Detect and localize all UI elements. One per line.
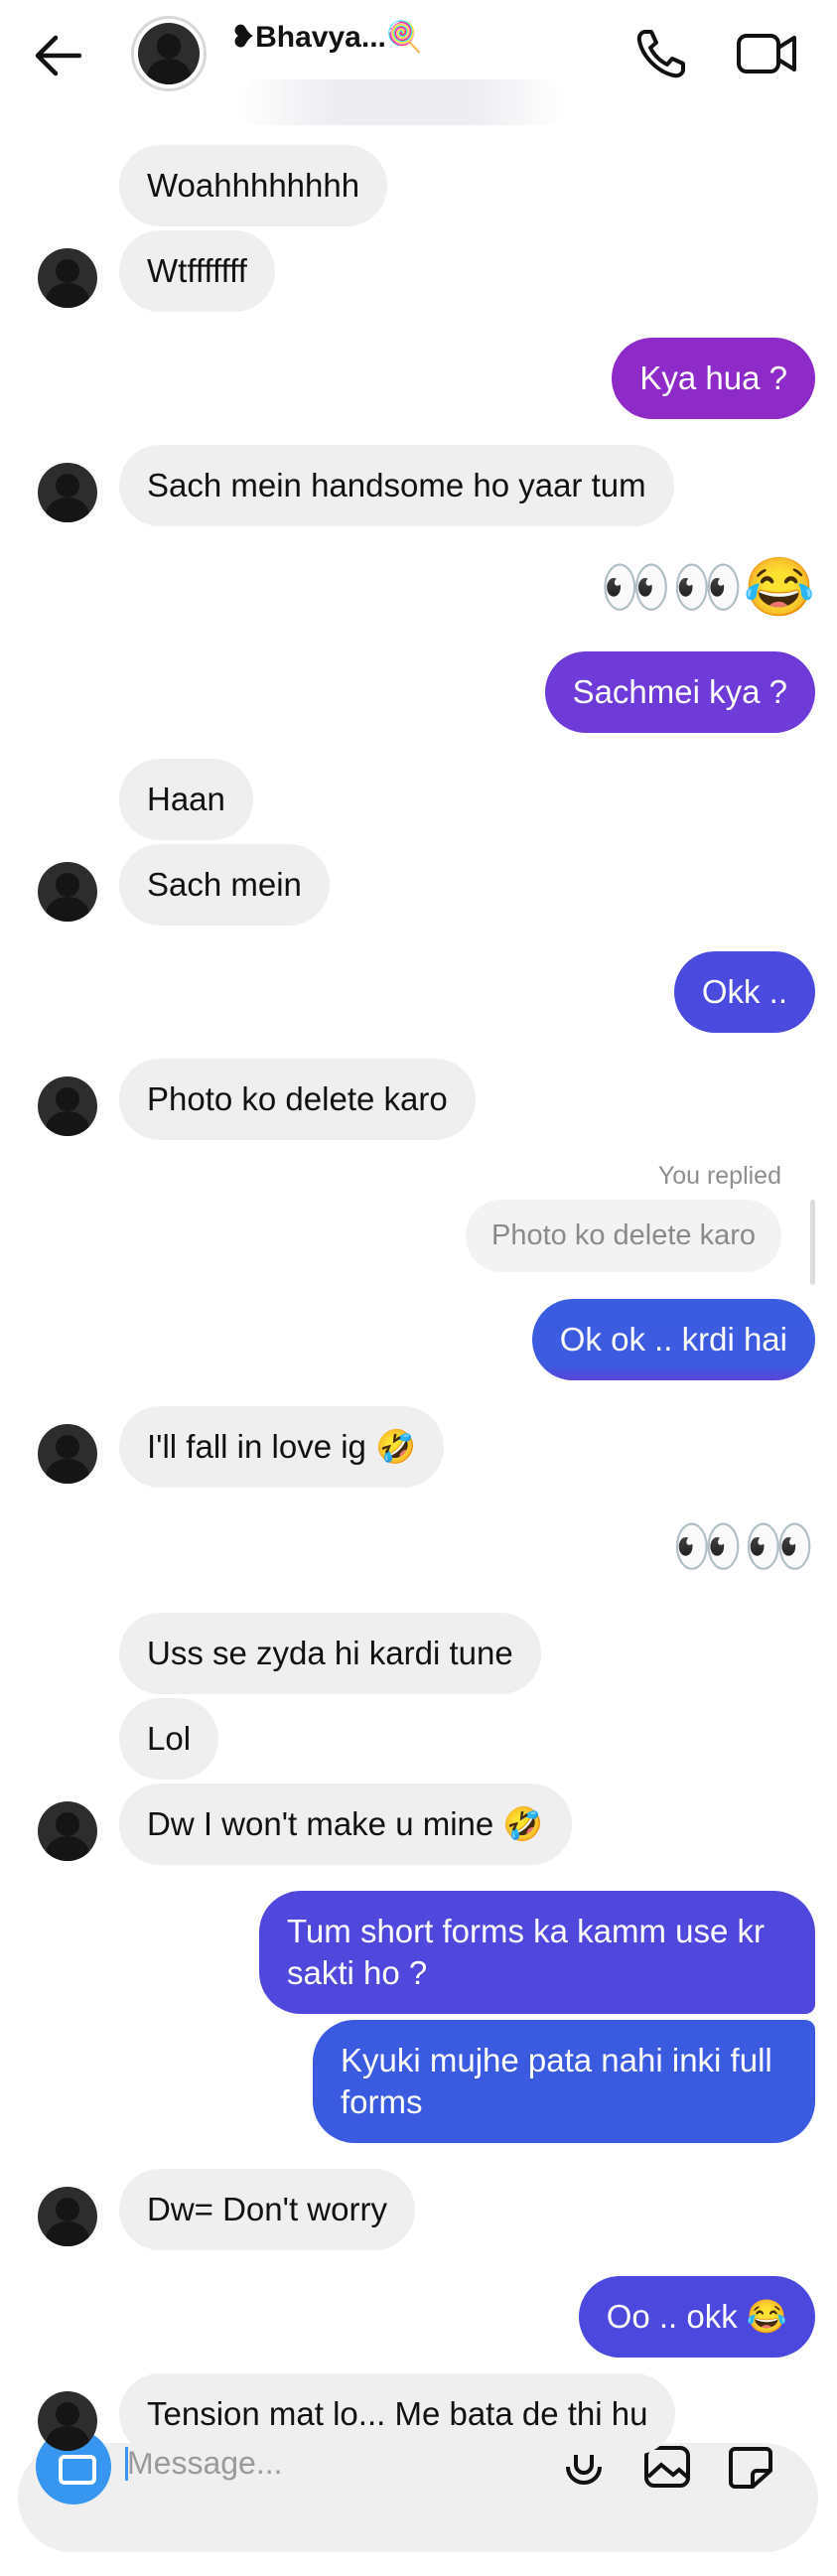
sender-avatar[interactable]	[38, 2391, 97, 2451]
incoming-message[interactable]: Dw= Don't worry	[119, 2169, 415, 2250]
outgoing-message[interactable]: Kyuki mujhe pata nahi inki full forms	[313, 2020, 815, 2143]
reply-indicator: You replied	[657, 1162, 781, 1190]
emoji-message[interactable]: 👀👀😂	[600, 556, 815, 620]
back-arrow-icon[interactable]	[30, 28, 85, 83]
incoming-message[interactable]: Sach mein handsome ho yaar tum	[119, 445, 674, 526]
sender-avatar[interactable]	[38, 1076, 97, 1136]
incoming-message[interactable]: I'll fall in love ig 🤣	[119, 1406, 445, 1488]
outgoing-message[interactable]: Tum short forms ka kamm use kr sakti ho …	[259, 1891, 815, 2014]
contact-name[interactable]: ❥Bhavya...🍭	[230, 20, 423, 55]
chat-header: ❥Bhavya...🍭	[0, 0, 837, 125]
reply-bar	[810, 1200, 815, 1285]
phone-icon[interactable]	[631, 24, 691, 83]
sender-avatar[interactable]	[38, 463, 97, 522]
outgoing-message[interactable]: Sachmei kya ?	[544, 651, 815, 733]
blurred-area	[238, 79, 566, 125]
outgoing-message[interactable]: Okk ..	[673, 951, 815, 1033]
sticker-icon[interactable]	[727, 2445, 774, 2489]
sender-avatar[interactable]	[38, 248, 97, 308]
incoming-message[interactable]: Woahhhhhhhh	[119, 145, 388, 226]
incoming-message[interactable]: Sach mein	[119, 844, 330, 926]
sender-avatar[interactable]	[38, 2187, 97, 2246]
sender-avatar[interactable]	[38, 1424, 97, 1484]
incoming-message[interactable]: Uss se zyda hi kardi tune	[119, 1613, 541, 1694]
contact-avatar[interactable]	[131, 16, 207, 91]
incoming-message[interactable]: Lol	[119, 1698, 219, 1780]
incoming-message[interactable]: Tension mat lo... Me bata de thi hu	[119, 2373, 676, 2455]
sender-avatar[interactable]	[38, 862, 97, 922]
outgoing-message[interactable]: Kya hua ?	[612, 338, 815, 419]
incoming-message[interactable]: Wtfffffff	[119, 230, 275, 312]
video-camera-icon[interactable]	[735, 24, 800, 83]
incoming-message[interactable]: Haan	[119, 759, 253, 840]
sender-avatar[interactable]	[38, 1801, 97, 1861]
incoming-message[interactable]: Dw I won't make u mine 🤣	[119, 1784, 572, 1865]
outgoing-message[interactable]: Ok ok .. krdi hai	[531, 1299, 815, 1380]
outgoing-message[interactable]: Oo .. okk 😂	[578, 2276, 815, 2358]
incoming-message[interactable]: Photo ko delete karo	[119, 1059, 476, 1140]
emoji-message[interactable]: 👀👀	[672, 1515, 815, 1579]
replied-message-quote[interactable]: Photo ko delete karo	[465, 1200, 781, 1272]
